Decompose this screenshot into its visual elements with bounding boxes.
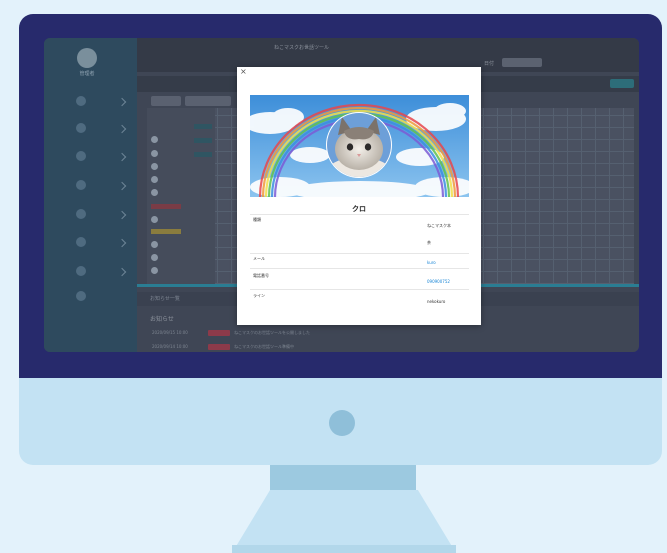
logout-icon[interactable] <box>76 291 86 301</box>
row-status-red <box>151 204 181 209</box>
news-tag <box>208 330 230 336</box>
mail-icon[interactable] <box>76 209 86 219</box>
close-icon[interactable]: × <box>240 68 247 76</box>
monitor-stand-base <box>232 490 456 553</box>
field-value-type: ねこマスク本 <box>427 223 451 228</box>
row-avatar <box>151 189 158 196</box>
filter-label: 日付 <box>484 61 495 67</box>
user-icon[interactable] <box>76 180 86 190</box>
news-date: 2020/09/14 10:00 <box>152 344 188 349</box>
row-avatar <box>151 150 158 157</box>
row-avatar <box>151 241 158 248</box>
sidebar-user-name: 管理者 <box>79 71 95 77</box>
divider <box>250 289 469 290</box>
field-label-line: ライン <box>253 293 265 298</box>
news-title: お知らせ <box>150 316 174 323</box>
field-label-type: 種類 <box>253 217 261 222</box>
field-label-email: メール <box>253 256 265 261</box>
monitor-stand-edge <box>232 545 456 553</box>
calendar-icon[interactable] <box>76 123 86 133</box>
news-text: ねこマスクのお世話ツールを公開しました <box>234 330 310 335</box>
row-chip <box>194 138 212 143</box>
row-avatar <box>151 216 158 223</box>
row-avatar <box>151 163 158 170</box>
filter-select[interactable] <box>502 58 542 67</box>
row-chip <box>194 124 212 129</box>
row-avatar <box>151 267 158 274</box>
field-value-line: nekokuro <box>427 299 446 304</box>
tab-2[interactable] <box>185 96 231 106</box>
news-tag <box>208 344 230 350</box>
help-icon[interactable] <box>76 266 86 276</box>
home-icon[interactable] <box>76 96 86 106</box>
row-avatar <box>151 136 158 143</box>
email-link[interactable]: kuro <box>427 260 436 265</box>
profile-modal: × クロ 種類 ねこマスク本 茶 メール kuro 電話番号 090900752… <box>237 67 481 325</box>
news-date: 2020/09/15 10:00 <box>152 330 188 335</box>
profile-name: クロ <box>352 205 366 213</box>
monitor-stand-neck <box>270 465 416 491</box>
cover-image <box>250 95 469 197</box>
news-text: ねこマスクのお世話ツール準備中 <box>234 344 294 349</box>
app-sidebar <box>44 38 137 352</box>
row-avatar <box>151 176 158 183</box>
app-title: ねこマスクお世話ツール <box>274 45 330 51</box>
notice-bar-label: お知らせ一覧 <box>150 296 180 302</box>
row-avatar <box>151 254 158 261</box>
settings-icon[interactable] <box>76 237 86 247</box>
divider <box>250 214 469 215</box>
list-icon[interactable] <box>76 151 86 161</box>
cover-illustration <box>250 95 469 197</box>
row-status-yellow <box>151 229 181 234</box>
tab-1[interactable] <box>151 96 181 106</box>
row-chip <box>194 152 212 157</box>
divider <box>250 253 469 254</box>
divider <box>250 268 469 269</box>
field-label-phone: 電話番号 <box>253 273 269 278</box>
toolbar-action-button[interactable] <box>610 79 634 88</box>
phone-link[interactable]: 090900752 <box>427 279 450 284</box>
avatar[interactable] <box>77 48 97 68</box>
power-button <box>329 410 355 436</box>
field-value-color: 茶 <box>427 240 431 245</box>
